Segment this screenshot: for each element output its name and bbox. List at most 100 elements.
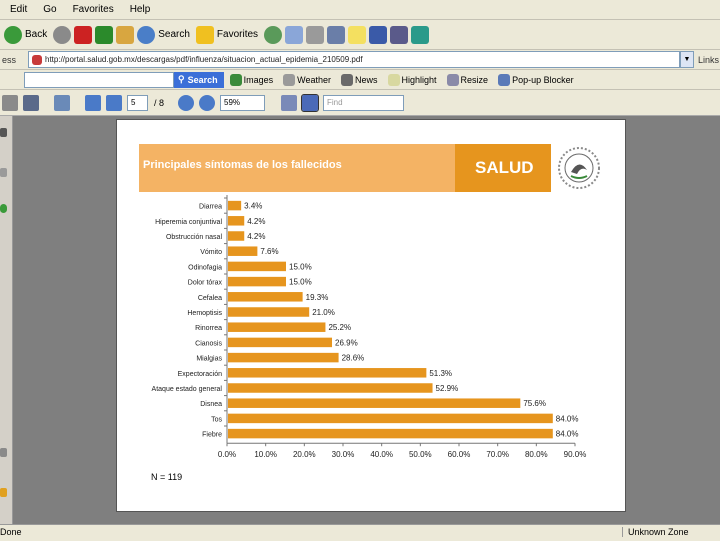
fit-width-icon[interactable] xyxy=(281,94,298,111)
x-tick-label: 80.0% xyxy=(525,450,548,459)
address-bar: ess http://portal.salud.gob.mx/descargas… xyxy=(0,50,720,70)
x-tick-label: 10.0% xyxy=(254,450,277,459)
data-label: 7.6% xyxy=(260,247,278,256)
previous-page-icon[interactable] xyxy=(85,94,101,111)
x-tick-label: 90.0% xyxy=(564,450,587,459)
next-page-icon[interactable] xyxy=(106,94,122,111)
back-label: Back xyxy=(25,29,48,40)
zoom-select[interactable]: 59% xyxy=(220,94,266,111)
bar-4 xyxy=(228,261,286,272)
images-button[interactable]: Images xyxy=(229,73,273,86)
resize-button[interactable]: Resize xyxy=(446,73,489,86)
highlight-icon xyxy=(387,73,400,86)
home-icon[interactable] xyxy=(116,25,135,44)
address-input[interactable]: http://portal.salud.gob.mx/descargas/pdf… xyxy=(28,51,680,68)
word-icon[interactable] xyxy=(369,25,388,44)
search-submit-button[interactable]: ⚲ Search xyxy=(174,71,224,88)
category-label: Disnea xyxy=(200,401,222,408)
bar-8 xyxy=(228,322,326,332)
highlight-button[interactable]: Highlight xyxy=(387,73,437,86)
data-label: 15.0% xyxy=(289,278,312,287)
pages-icon[interactable] xyxy=(0,168,7,177)
refresh-icon[interactable] xyxy=(95,25,114,44)
symptoms-bar-chart: Diarrea 3.4% Hiperemia conjuntival 4.2% Obst… xyxy=(152,195,587,459)
fit-page-icon[interactable] xyxy=(301,93,320,112)
note-icon[interactable] xyxy=(348,25,367,44)
popup-blocker-icon xyxy=(498,73,511,86)
data-label: 19.3% xyxy=(306,293,329,302)
menu-help[interactable]: Help xyxy=(130,4,151,15)
search-input[interactable] xyxy=(24,71,174,88)
news-button[interactable]: News xyxy=(341,73,378,86)
bar-2 xyxy=(228,231,245,241)
status-text: Done xyxy=(0,527,22,537)
menu-edit[interactable]: Edit xyxy=(10,4,27,15)
comments-icon[interactable] xyxy=(0,204,7,213)
chevron-down-icon[interactable]: ▼ xyxy=(680,51,694,68)
bar-12 xyxy=(228,383,433,393)
search-button[interactable]: Search xyxy=(137,25,190,44)
forward-arrow-icon[interactable] xyxy=(53,25,72,44)
menu-favorites[interactable]: Favorites xyxy=(73,4,114,15)
bar-9 xyxy=(228,337,333,348)
links-label[interactable]: Links xyxy=(698,55,720,65)
popup-blocker-button[interactable]: Pop-up Blocker xyxy=(498,73,574,86)
pdf-toolbar: 5 / 8 59% Find xyxy=(0,90,720,116)
signatures-icon[interactable] xyxy=(0,488,7,497)
zoom-out-icon[interactable] xyxy=(178,94,195,111)
back-arrow-icon xyxy=(4,25,22,44)
history-icon[interactable] xyxy=(264,25,283,44)
address-label: ess xyxy=(2,54,17,65)
data-label: 4.2% xyxy=(247,217,265,226)
category-label: Diarrea xyxy=(199,204,222,211)
category-label: Mialgias xyxy=(196,356,222,363)
search-label: Search xyxy=(158,29,190,40)
category-label: Cefalea xyxy=(198,295,222,302)
data-label: 26.9% xyxy=(335,338,358,347)
data-label: 4.2% xyxy=(247,232,265,241)
print-icon[interactable] xyxy=(306,25,325,44)
search-icon: ⚲ xyxy=(178,74,185,84)
menu-bar: Edit Go Favorites Help xyxy=(0,0,720,20)
search-submit-label: Search xyxy=(187,74,218,85)
data-label: 21.0% xyxy=(312,308,335,317)
mail-icon[interactable] xyxy=(285,25,304,44)
research-icon[interactable] xyxy=(390,25,409,44)
favorites-button[interactable]: Favorites xyxy=(195,25,258,44)
mexico-seal-icon xyxy=(558,147,600,189)
bookmarks-icon[interactable] xyxy=(0,128,7,137)
category-label: Obstrucción nasal xyxy=(166,234,222,241)
page-total: / 8 xyxy=(154,97,165,108)
edit-icon[interactable] xyxy=(327,25,346,44)
menu-go[interactable]: Go xyxy=(43,4,56,15)
data-label: 3.4% xyxy=(244,202,262,211)
print-icon[interactable] xyxy=(2,94,18,111)
x-tick-label: 30.0% xyxy=(332,450,355,459)
find-input[interactable]: Find xyxy=(323,94,405,111)
x-tick-label: 60.0% xyxy=(448,450,471,459)
highlight-label: Highlight xyxy=(401,74,437,85)
messenger-icon[interactable] xyxy=(411,25,430,44)
category-label: Ataque estado general xyxy=(152,386,223,393)
zoom-in-icon[interactable] xyxy=(199,94,216,111)
chart-banner: Principales síntomas de los fallecidos xyxy=(139,144,455,192)
bar-10 xyxy=(228,352,339,363)
data-label: 84.0% xyxy=(556,430,579,439)
save-icon[interactable] xyxy=(23,94,39,111)
attachments-icon[interactable] xyxy=(0,448,7,457)
weather-button[interactable]: Weather xyxy=(283,73,331,86)
select-tool-icon[interactable] xyxy=(54,94,70,111)
x-tick-label: 50.0% xyxy=(409,450,432,459)
category-label: Odinofagia xyxy=(188,264,222,271)
resize-label: Resize xyxy=(460,74,489,85)
sample-size-note: N = 119 xyxy=(151,472,183,482)
news-label: News xyxy=(355,74,378,85)
chart-title: Principales síntomas de los fallecidos xyxy=(143,159,342,171)
page-number-input[interactable]: 5 xyxy=(127,94,148,111)
category-label: Expectoración xyxy=(178,371,222,378)
data-label: 52.9% xyxy=(436,384,459,393)
back-button[interactable]: Back xyxy=(4,25,48,44)
browser-toolbar: Back Search Favorites xyxy=(0,20,720,50)
stop-icon[interactable] xyxy=(74,25,93,44)
category-label: Cianosis xyxy=(195,340,222,347)
